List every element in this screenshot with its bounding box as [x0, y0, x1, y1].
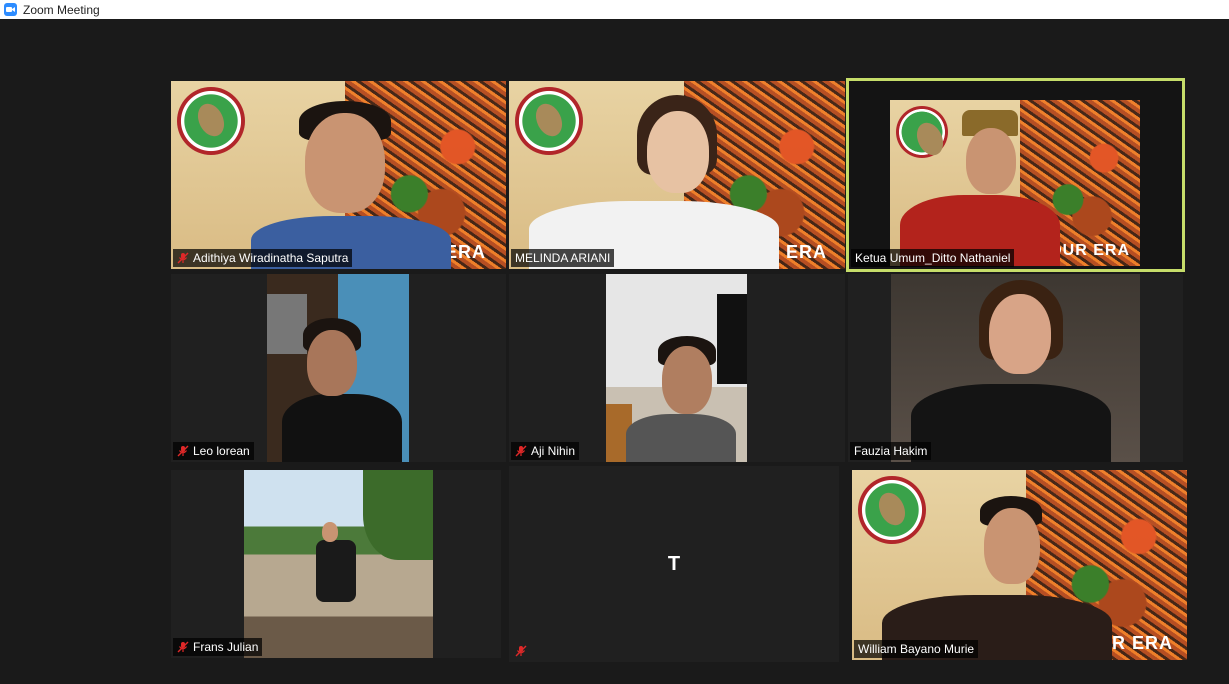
participant-video: [244, 470, 433, 658]
participant-video: OUR ERA: [852, 470, 1187, 660]
participant-name-label: William Bayano Murie: [854, 640, 979, 658]
banner-tagline: OUR ERA: [1049, 242, 1130, 259]
mic-muted-icon: [515, 445, 527, 457]
participant-name-label: Fauzia Hakim: [850, 442, 932, 460]
mic-muted-icon: [177, 252, 189, 264]
banner-tagline: ERA: [785, 242, 827, 262]
participant-video: [267, 274, 409, 462]
participant-tile[interactable]: Leo lorean: [171, 274, 506, 462]
window-titlebar: Zoom Meeting: [0, 0, 1229, 19]
window-title: Zoom Meeting: [23, 2, 100, 17]
mic-muted-icon: [177, 641, 189, 653]
gallery-view: OUR ERA Adithiya Wiradinatha Saputra ERA…: [0, 19, 1229, 684]
participant-name-label: Ketua Umum_Ditto Nathaniel: [851, 249, 1015, 267]
participant-video: OUR ERA: [171, 81, 506, 269]
participant-name-label: Frans Julian: [173, 638, 263, 656]
mic-muted-icon: [515, 645, 527, 657]
participant-initial: T: [667, 552, 681, 575]
organization-logo: [896, 106, 948, 158]
participant-video: [606, 274, 747, 462]
organization-logo: [515, 87, 583, 155]
participant-video: ERA: [509, 81, 845, 269]
mic-muted-icon: [177, 445, 189, 457]
participant-tile[interactable]: OUR ERA Adithiya Wiradinatha Saputra: [171, 81, 506, 269]
participant-tile-video-off[interactable]: T: [509, 466, 839, 662]
participant-tile-active-speaker[interactable]: OUR ERA Ketua Umum_Ditto Nathaniel: [846, 78, 1185, 272]
participant-video: OUR ERA: [890, 100, 1140, 266]
participant-tile[interactable]: Frans Julian: [171, 470, 501, 658]
participant-video: [891, 274, 1140, 462]
participant-tile[interactable]: Fauzia Hakim: [848, 274, 1183, 462]
participant-tile[interactable]: Aji Nihin: [509, 274, 845, 462]
organization-logo: [858, 476, 926, 544]
participant-tile[interactable]: OUR ERA William Bayano Murie: [852, 470, 1187, 660]
participant-name-label: [511, 642, 535, 660]
zoom-camera-icon: [4, 3, 17, 16]
participant-tile[interactable]: ERA MELINDA ARIANI: [509, 81, 845, 269]
participant-name-label: Aji Nihin: [511, 442, 580, 460]
participant-name-label: Leo lorean: [173, 442, 254, 460]
organization-logo: [177, 87, 245, 155]
participant-name-label: Adithiya Wiradinatha Saputra: [173, 249, 353, 267]
participant-name-label: MELINDA ARIANI: [511, 249, 615, 267]
